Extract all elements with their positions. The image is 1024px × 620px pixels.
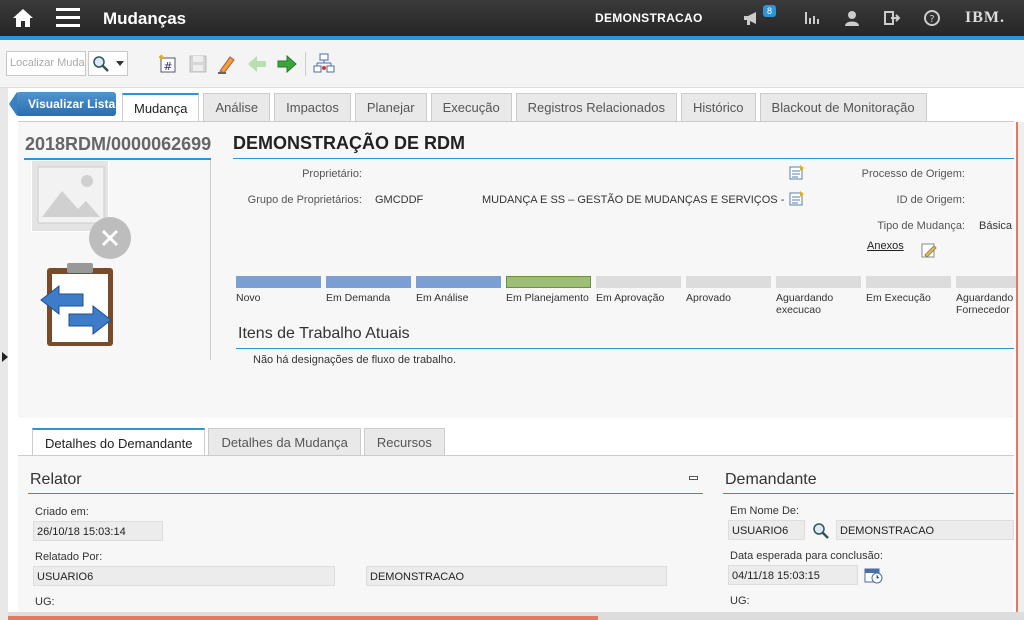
change-type-value: Básica [979,220,1013,232]
chevron-down-icon [116,61,124,66]
title-underline [233,158,1014,159]
help-icon[interactable]: ? [923,9,941,27]
record-tabs: Mudança Análise Impactos Planejar Execuç… [122,93,931,123]
demandante-underline [723,493,1014,494]
logout-icon[interactable] [883,9,901,27]
clear-changes-icon[interactable] [216,53,238,75]
toolbar-separator [305,52,306,76]
work-items-underline [236,348,1014,349]
collapse-section-icon[interactable] [689,476,698,480]
menu-icon[interactable] [56,8,80,28]
svg-text:#: # [163,60,172,73]
work-items-empty-text: Não há designações de fluxo de trabalho. [253,354,457,366]
notification-badge: 8 [763,5,777,17]
tab-analise[interactable]: Análise [203,93,271,122]
calendar-icon[interactable] [864,566,883,584]
tab-mudanca[interactable]: Mudança [122,93,200,123]
ibm-logo: IBM. [965,9,1005,26]
created-label: Criado em: [35,506,89,518]
search-button[interactable] [88,51,128,76]
on-behalf-label: Em Nome De: [730,505,800,517]
tab-registros-relacionados[interactable]: Registros Relacionados [515,93,677,122]
workflow-step: Em Planejamento [506,276,591,304]
megaphone-icon[interactable] [742,9,760,27]
save-icon[interactable] [187,53,209,75]
right-scroll-strip [1016,122,1024,620]
view-list-button[interactable]: Visualizar Lista [9,92,116,116]
horizontal-scrollbar[interactable] [8,612,1024,620]
detail-tabs: Detalhes do Demandante Detalhes da Mudan… [32,428,448,456]
svg-text:?: ? [929,14,934,25]
origin-id-label: ID de Origem: [896,194,965,206]
tab-blackout-monitoracao[interactable]: Blackout de Monitoração [759,93,927,122]
work-items-title: Itens de Trabalho Atuais [238,325,410,342]
new-record-icon[interactable]: # [157,53,179,75]
column-divider [210,160,211,360]
owner-group-code: GMCDDF [375,194,424,206]
profile-icon[interactable] [843,9,861,27]
attachments-link[interactable]: Anexos [867,240,904,252]
home-icon[interactable] [12,7,34,29]
workflow-step: Aguardando execucao [776,276,861,316]
search-icon [93,56,109,72]
tab-planejar[interactable]: Planejar [354,93,427,122]
scrollbar-thumb[interactable] [8,616,598,620]
expected-date-label: Data esperada para conclusão: [730,550,883,562]
change-type-label: Tipo de Mudança: [877,220,965,232]
on-behalf-name-field[interactable]: DEMONSTRACAO [836,520,1014,540]
select-owner-icon[interactable] [789,164,805,180]
tab-impactos[interactable]: Impactos [274,93,351,122]
app-title: Mudanças [103,9,187,28]
search-icon[interactable] [812,522,830,540]
relator-ug-label: UG: [35,596,55,608]
record-title: DEMONSTRAÇÃO DE RDM [233,133,465,153]
reported-by-name-field[interactable]: DEMONSTRACAO [366,566,667,586]
next-arrow-icon[interactable] [276,53,298,75]
user-name: DEMONSTRACAO [595,11,703,25]
tab-recursos[interactable]: Recursos [363,428,445,455]
select-owner-group-icon[interactable] [789,190,805,206]
workflow-step: Em Execução [866,276,951,304]
workflow-step: Em Aprovação [596,276,681,304]
origin-process-label: Processo de Origem: [861,168,965,180]
record-id: 2018RDM/0000062699 [25,134,212,154]
record-header [18,122,1014,418]
created-field[interactable]: 26/10/18 15:03:14 [33,521,163,541]
workflow-step: Aprovado [686,276,771,304]
reported-by-user-field[interactable]: USUARIO6 [33,566,335,586]
search-input[interactable]: Localizar Muda [6,51,86,76]
owner-group-label: Grupo de Proprietários: [247,194,362,206]
previous-arrow-icon[interactable] [246,53,268,75]
workflow-step: Novo [236,276,321,304]
change-clipboard-icon [40,263,113,346]
workflow-step: Em Demanda [326,276,411,304]
tab-execucao[interactable]: Execução [430,93,512,122]
demandante-title: Demandante [725,471,817,488]
demandante-ug-label: UG: [730,595,750,607]
tab-historico[interactable]: Histórico [680,93,756,122]
workflow-icon[interactable] [313,53,335,75]
expected-date-field[interactable]: 04/11/18 15:03:15 [728,565,858,585]
tab-detalhes-demandante[interactable]: Detalhes do Demandante [32,428,206,456]
workflow-step: Em Análise [416,276,501,304]
relator-underline [28,493,703,494]
toolbar: Localizar Muda # [0,40,1024,88]
owner-label: Proprietário: [302,168,362,180]
reported-by-label: Relatado Por: [35,551,103,563]
remove-image-icon[interactable] [88,216,132,260]
owner-group-description: MUDANÇA E SS – GESTÃO DE MUDANÇAS E SERV… [482,194,785,206]
top-bar: Mudanças DEMONSTRACAO 8 ? IBM. [0,0,1024,40]
on-behalf-user-field[interactable]: USUARIO6 [728,520,805,540]
relator-title: Relator [30,471,82,488]
tab-detalhes-mudanca[interactable]: Detalhes da Mudança [208,428,361,455]
reports-icon[interactable] [803,9,821,27]
attachments-icon[interactable] [920,241,938,259]
workflow-step: Aguardando Fornecedor [956,276,1016,316]
